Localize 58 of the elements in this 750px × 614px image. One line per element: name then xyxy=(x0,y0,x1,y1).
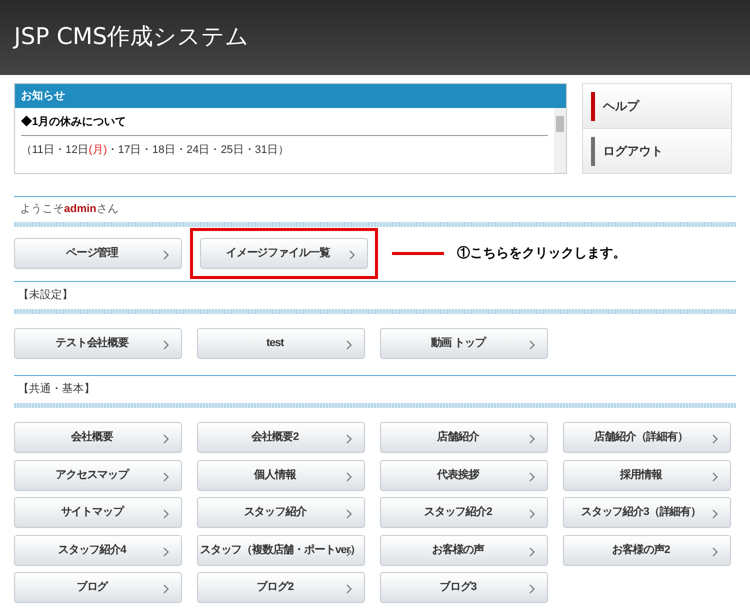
chevron-icon xyxy=(163,509,169,519)
page-button[interactable]: ブログ2 xyxy=(197,572,365,603)
page-button[interactable]: イメージファイル一覧 xyxy=(200,238,368,268)
page-button[interactable]: お客様の声2 xyxy=(563,534,731,566)
instruction-text: ①こちらをクリックします。 xyxy=(457,244,626,262)
chevron-icon xyxy=(529,584,535,594)
page-button[interactable]: ブログ xyxy=(14,572,182,603)
chevron-icon xyxy=(712,434,718,444)
page-button[interactable]: test xyxy=(197,328,365,359)
chevron-icon xyxy=(529,340,535,350)
page-button[interactable]: スタッフ紹介 xyxy=(197,497,365,528)
chevron-icon xyxy=(163,584,169,594)
chevron-icon xyxy=(163,340,169,350)
page-button[interactable]: スタッフ紹介4 xyxy=(14,534,182,566)
site-title: JSP CMS作成システム xyxy=(14,23,250,52)
page-button[interactable]: スタッフ紹介2 xyxy=(380,497,548,528)
page-button[interactable]: スタッフ紹介3（詳細有） xyxy=(563,497,731,528)
chevron-icon xyxy=(346,472,352,482)
section-title: 【共通・基本】 xyxy=(18,382,95,398)
page-button[interactable]: ページ管理 xyxy=(14,238,182,268)
page-button[interactable]: 店舗紹介 xyxy=(380,422,548,453)
chevron-icon xyxy=(349,250,355,260)
page-button[interactable]: サイトマップ xyxy=(14,497,182,528)
notice-text: （11日・12日(月)・17日・18日・24日・25日・31日） xyxy=(21,142,290,158)
chevron-icon xyxy=(163,472,169,482)
page-button[interactable]: 店舗紹介（詳細有） xyxy=(563,422,731,453)
chevron-icon xyxy=(346,340,352,350)
page-button[interactable]: 会社概要 xyxy=(14,422,182,453)
chevron-icon xyxy=(529,434,535,444)
chevron-icon xyxy=(163,434,169,444)
page-button[interactable]: ブログ3 xyxy=(380,572,548,603)
notice-headline: ◆1月の休みについて xyxy=(21,108,548,136)
page-button[interactable]: 動画 トップ xyxy=(380,328,548,359)
page-button[interactable]: テスト会社概要 xyxy=(14,328,182,359)
page-button[interactable]: 個人情報 xyxy=(197,460,365,490)
chevron-icon xyxy=(712,509,718,519)
chevron-icon xyxy=(346,509,352,519)
chevron-icon xyxy=(712,472,718,482)
scrollbar[interactable] xyxy=(554,108,566,173)
chevron-icon xyxy=(529,509,535,519)
chevron-icon xyxy=(163,546,169,556)
chevron-icon xyxy=(346,434,352,444)
chevron-icon xyxy=(346,584,352,594)
page-button[interactable]: 代表挨拶 xyxy=(380,460,548,490)
page-button[interactable]: スタッフ（複数店舗・ポートver） xyxy=(197,534,365,566)
welcome-text: ようこそadminさん xyxy=(20,202,118,218)
page-button[interactable]: お客様の声 xyxy=(380,534,548,566)
page-button[interactable]: 採用情報 xyxy=(563,460,731,490)
page-button[interactable]: アクセスマップ xyxy=(14,460,182,490)
notice-title: お知らせ xyxy=(15,84,566,108)
menu-item[interactable]: ログアウト xyxy=(583,128,731,173)
chevron-icon xyxy=(712,546,718,556)
menu-item[interactable]: ヘルプ xyxy=(583,84,731,128)
section-title: 【未設定】 xyxy=(18,288,73,304)
chevron-icon xyxy=(529,472,535,482)
chevron-icon xyxy=(529,546,535,556)
page-button[interactable]: 会社概要2 xyxy=(197,422,365,453)
chevron-icon xyxy=(163,250,169,260)
